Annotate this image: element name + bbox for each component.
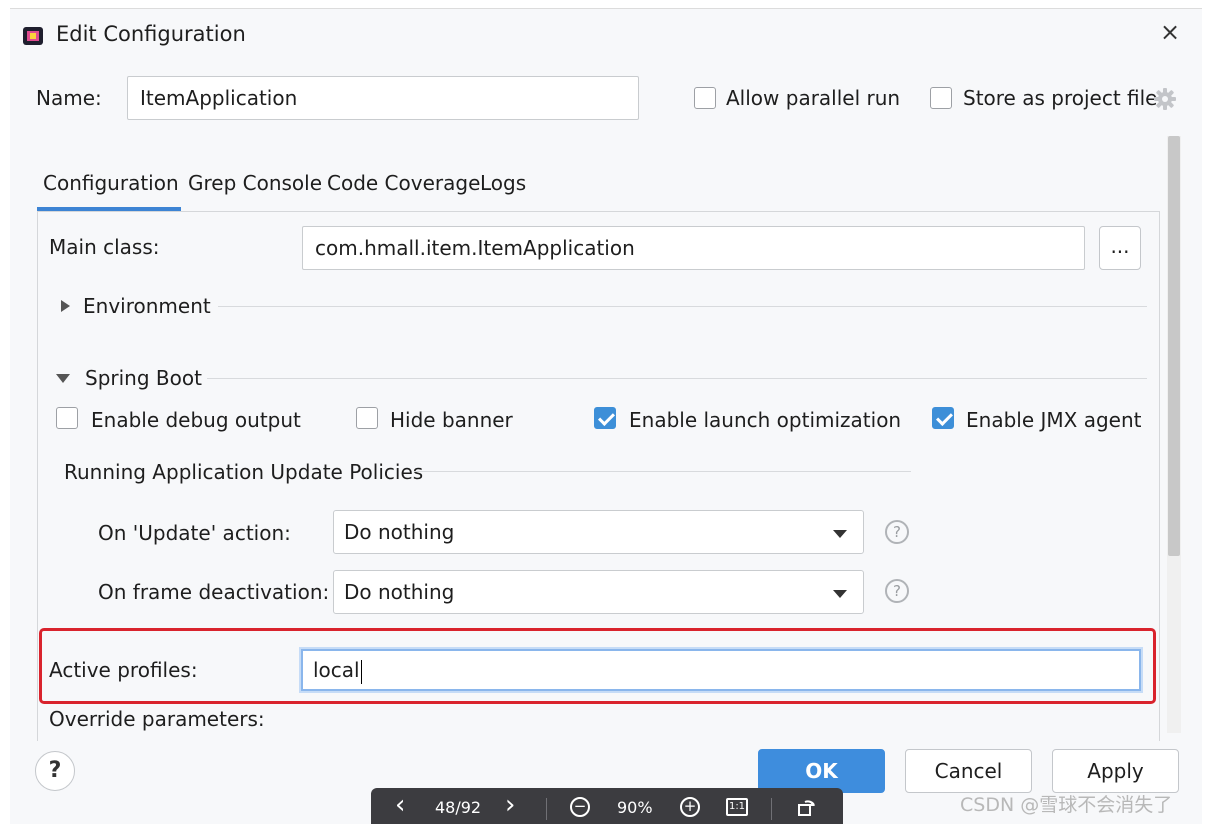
tab-configuration[interactable]: Configuration bbox=[43, 171, 179, 195]
chevron-down-icon bbox=[833, 530, 847, 538]
browse-main-class-button[interactable]: ... bbox=[1099, 226, 1141, 270]
update-action-label: On 'Update' action: bbox=[98, 521, 291, 545]
app-icon bbox=[22, 26, 44, 46]
toolbar-divider bbox=[546, 798, 547, 820]
tab-code-coverage[interactable]: Code Coverage bbox=[327, 171, 480, 195]
tab-grep-console[interactable]: Grep Console bbox=[188, 171, 322, 195]
actual-size-icon[interactable]: 1:1 bbox=[726, 798, 748, 816]
enable-debug-output-label: Enable debug output bbox=[91, 408, 301, 432]
image-viewer-toolbar: ‹ 48/92 › − 90% + 1:1 bbox=[371, 788, 843, 824]
override-parameters-label: Override parameters: bbox=[49, 707, 265, 731]
edit-configuration-dialog: Edit Configuration × Name: ItemApplicati… bbox=[10, 8, 1202, 824]
store-project-file-checkbox[interactable] bbox=[930, 87, 952, 109]
cancel-button[interactable]: Cancel bbox=[905, 749, 1032, 793]
name-field[interactable]: ItemApplication bbox=[127, 76, 639, 120]
allow-parallel-label: Allow parallel run bbox=[726, 86, 901, 110]
zoom-level: 90% bbox=[617, 798, 653, 817]
spring-boot-divider bbox=[207, 378, 1147, 379]
enable-jmx-agent-label: Enable JMX agent bbox=[966, 408, 1142, 432]
enable-launch-optimization-checkbox[interactable] bbox=[594, 407, 616, 429]
allow-parallel-checkbox[interactable] bbox=[694, 87, 716, 109]
enable-debug-output-checkbox[interactable] bbox=[56, 407, 78, 429]
close-icon[interactable]: × bbox=[1160, 18, 1180, 46]
gear-icon[interactable] bbox=[1153, 87, 1177, 116]
update-policies-divider bbox=[414, 471, 911, 472]
store-project-file-label: Store as project file bbox=[963, 86, 1158, 110]
environment-divider bbox=[218, 306, 1147, 307]
zoom-out-icon[interactable]: − bbox=[570, 797, 590, 817]
prev-page-icon[interactable]: ‹ bbox=[395, 792, 405, 818]
update-action-help-icon[interactable]: ? bbox=[885, 520, 909, 544]
frame-deactivation-value: Do nothing bbox=[344, 580, 455, 604]
dialog-title: Edit Configuration bbox=[56, 22, 246, 46]
collapse-spring-boot-icon[interactable] bbox=[56, 374, 70, 383]
frame-deactivation-label: On frame deactivation: bbox=[98, 580, 330, 604]
expand-environment-icon[interactable] bbox=[61, 300, 70, 312]
next-page-icon[interactable]: › bbox=[505, 792, 515, 818]
chevron-down-icon bbox=[833, 590, 847, 598]
environment-section-label[interactable]: Environment bbox=[83, 294, 211, 318]
rotate-icon[interactable] bbox=[796, 797, 818, 821]
name-label: Name: bbox=[36, 86, 102, 110]
enable-launch-optimization-label: Enable launch optimization bbox=[629, 408, 902, 432]
frame-deactivation-select[interactable]: Do nothing bbox=[333, 570, 864, 614]
toolbar-divider bbox=[771, 798, 772, 820]
help-button[interactable]: ? bbox=[35, 751, 75, 791]
update-action-value: Do nothing bbox=[344, 520, 455, 544]
watermark: CSDN @雪球不会消失了 bbox=[960, 794, 1173, 816]
hide-banner-checkbox[interactable] bbox=[356, 407, 378, 429]
ok-button[interactable]: OK bbox=[758, 749, 885, 793]
active-profiles-label: Active profiles: bbox=[49, 658, 198, 682]
active-profiles-value: local bbox=[313, 658, 360, 682]
main-class-field[interactable]: com.hmall.item.ItemApplication bbox=[302, 226, 1085, 270]
spring-boot-section-label[interactable]: Spring Boot bbox=[85, 366, 202, 390]
hide-banner-label: Hide banner bbox=[390, 408, 513, 432]
text-caret bbox=[360, 659, 362, 684]
tab-logs[interactable]: Logs bbox=[480, 171, 526, 195]
frame-deactivation-help-icon[interactable]: ? bbox=[885, 579, 909, 603]
update-policies-heading: Running Application Update Policies bbox=[64, 460, 424, 484]
apply-button[interactable]: Apply bbox=[1052, 749, 1179, 793]
update-action-select[interactable]: Do nothing bbox=[333, 510, 864, 554]
enable-jmx-agent-checkbox[interactable] bbox=[932, 407, 954, 429]
active-profiles-input[interactable]: local bbox=[301, 649, 1141, 691]
zoom-in-icon[interactable]: + bbox=[680, 797, 700, 817]
page-indicator: 48/92 bbox=[435, 798, 482, 817]
main-class-label: Main class: bbox=[49, 235, 160, 259]
scrollbar-thumb[interactable] bbox=[1168, 136, 1180, 556]
